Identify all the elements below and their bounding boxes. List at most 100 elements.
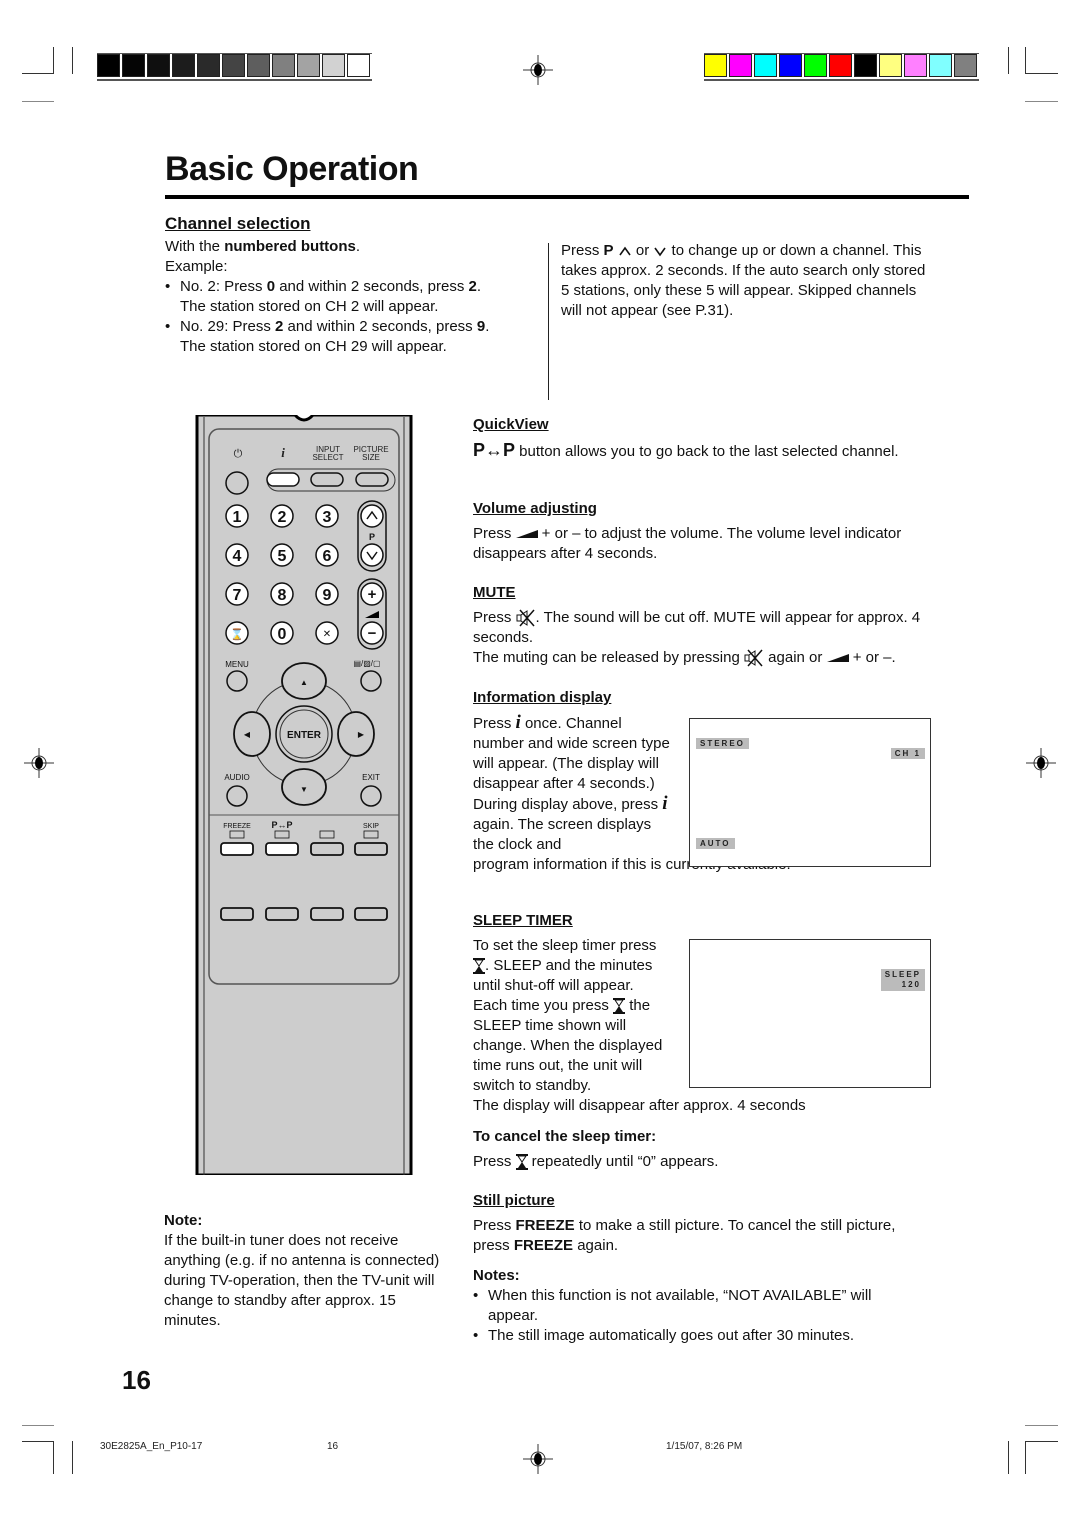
color-button-yellow[interactable]: [310, 907, 344, 921]
volume-section: Volume adjusting Press + or – to adjust …: [473, 499, 913, 564]
notes-list: When this function is not available, “NO…: [473, 1286, 923, 1346]
digit-label: 2: [278, 509, 287, 526]
gray-swatch: [272, 54, 295, 77]
page-number: 16: [122, 1365, 151, 1395]
mute-icon: [516, 609, 535, 627]
text: again. The screen displays the clock and: [473, 816, 652, 853]
cancel-sleep-section: To cancel the sleep timer: Press repeate…: [473, 1127, 933, 1172]
down-arrow-icon: ▼: [300, 785, 308, 794]
text: No. 2: Press: [180, 278, 267, 295]
section-heading: SLEEP TIMER: [473, 912, 573, 929]
gray-swatch: [297, 54, 320, 77]
skip-button[interactable]: [354, 842, 388, 856]
color-swatch: [929, 54, 952, 77]
right-arrow-icon: ▶: [358, 730, 365, 739]
text: Press: [473, 1217, 516, 1234]
text-bold: 2: [468, 278, 477, 295]
freeze-label: FREEZE: [223, 823, 251, 830]
crop-mark: [1025, 73, 1058, 74]
text: To set the sleep timer press: [473, 937, 657, 954]
text-bold: FREEZE: [513, 1237, 574, 1254]
teletext-icon: [319, 830, 335, 839]
exit-button[interactable]: [360, 785, 382, 807]
teletext-icon: [274, 830, 290, 839]
gray-swatch: [247, 54, 270, 77]
section-heading: MUTE: [473, 584, 516, 601]
sleep-timer-icon: [515, 1154, 528, 1171]
color-button-green[interactable]: [265, 907, 299, 921]
color-button-red[interactable]: [220, 907, 254, 921]
audio-button[interactable]: [226, 785, 248, 807]
text: Press: [473, 525, 516, 542]
osd-channel-tag: CH 1: [890, 748, 925, 759]
text: Press: [473, 609, 516, 626]
crop-mark: [22, 101, 54, 102]
crop-mark: [53, 1441, 54, 1474]
mute-icon: ✕: [323, 629, 331, 640]
note-text: If the built-in tuner does not receive a…: [164, 1232, 440, 1329]
digit-label: 1: [233, 509, 242, 526]
left-arrow-icon: ◀: [244, 730, 251, 739]
footer-filename: 30E2825A_En_P10-17: [100, 1441, 203, 1452]
crop-mark: [1008, 47, 1009, 74]
text-bold: FREEZE: [515, 1217, 575, 1234]
crop-mark: [72, 1441, 73, 1474]
grayscale-calibration-bar: [97, 53, 372, 81]
column-divider: [548, 243, 549, 400]
remote-buttons: 1 2 3 4 5 6 7 8 9 ⌛ 0 ✕ P + − MENU ▤/▨/▢ ▲ ▼ ◀ ▶ ENTER AUDIO EX…: [220, 468, 396, 921]
digit-label: 6: [323, 548, 332, 565]
section-heading: Channel selection: [165, 214, 311, 233]
freeze-button[interactable]: [220, 842, 254, 856]
crop-mark: [22, 1425, 54, 1426]
power-button[interactable]: [225, 471, 249, 495]
text: or: [631, 242, 654, 259]
teletext-button[interactable]: [310, 842, 344, 856]
picture-size-button[interactable]: [355, 472, 389, 487]
text: Each time you press: [473, 997, 614, 1014]
text: again or: [764, 649, 827, 666]
channel-down-button[interactable]: [360, 543, 384, 567]
menu-button[interactable]: [226, 670, 248, 692]
crop-mark: [22, 73, 54, 74]
text: + or – to adjust the volume. The volume …: [473, 525, 902, 562]
crop-mark: [22, 1441, 54, 1442]
picture-mode-icon: ▤/▨/▢: [353, 659, 380, 668]
quickview-button[interactable]: [265, 842, 299, 856]
input-select-button[interactable]: [310, 472, 344, 487]
sleep-timer-icon: [473, 958, 485, 975]
section-heading: QuickView: [473, 416, 549, 433]
pp-label: P↔P: [271, 820, 292, 830]
color-swatch: [729, 54, 752, 77]
registration-mark-icon: [523, 55, 553, 85]
text: Press: [473, 715, 516, 732]
picture-mode-button[interactable]: [360, 670, 382, 692]
text: The display will disappear after approx.…: [473, 1097, 806, 1114]
note-section: Note: If the built-in tuner does not rec…: [164, 1211, 454, 1331]
color-button-blue[interactable]: [354, 907, 388, 921]
color-calibration-bar: [704, 53, 979, 81]
plus-icon: +: [368, 586, 377, 603]
channel-up-button[interactable]: [360, 504, 384, 528]
text: . The sound will be cut off. MUTE will a…: [473, 609, 921, 646]
text-bold: 9: [476, 318, 486, 335]
osd-stereo-tag: STEREO: [696, 738, 749, 749]
color-swatch: [704, 54, 727, 77]
text: No. 29: Press: [180, 318, 276, 335]
text-bold: 0: [266, 278, 276, 295]
registration-mark-icon: [1026, 748, 1056, 778]
right-button[interactable]: [337, 711, 375, 757]
text: and within 2 seconds, press: [275, 278, 469, 295]
example-list: No. 2: Press 0 and within 2 seconds, pre…: [165, 277, 535, 357]
crop-mark: [1008, 1441, 1009, 1474]
p-label: P: [369, 532, 375, 542]
text: The station stored on CH 2 will appear.: [180, 298, 439, 315]
list-item: No. 2: Press 0 and within 2 seconds, pre…: [165, 277, 535, 317]
crop-mark: [72, 47, 73, 74]
remote-control: ⏻ i INPUT SELECT PICTURE SIZE 1 2 3 4 5 6 7 8 9 ⌛…: [195, 415, 413, 1175]
info-button[interactable]: [266, 472, 300, 487]
text: repeatedly until “0” appears.: [527, 1153, 719, 1170]
left-button[interactable]: [233, 711, 271, 757]
footer-timestamp: 1/15/07, 8:26 PM: [666, 1441, 743, 1452]
gray-swatch: [322, 54, 345, 77]
digit-label: 4: [233, 548, 242, 565]
